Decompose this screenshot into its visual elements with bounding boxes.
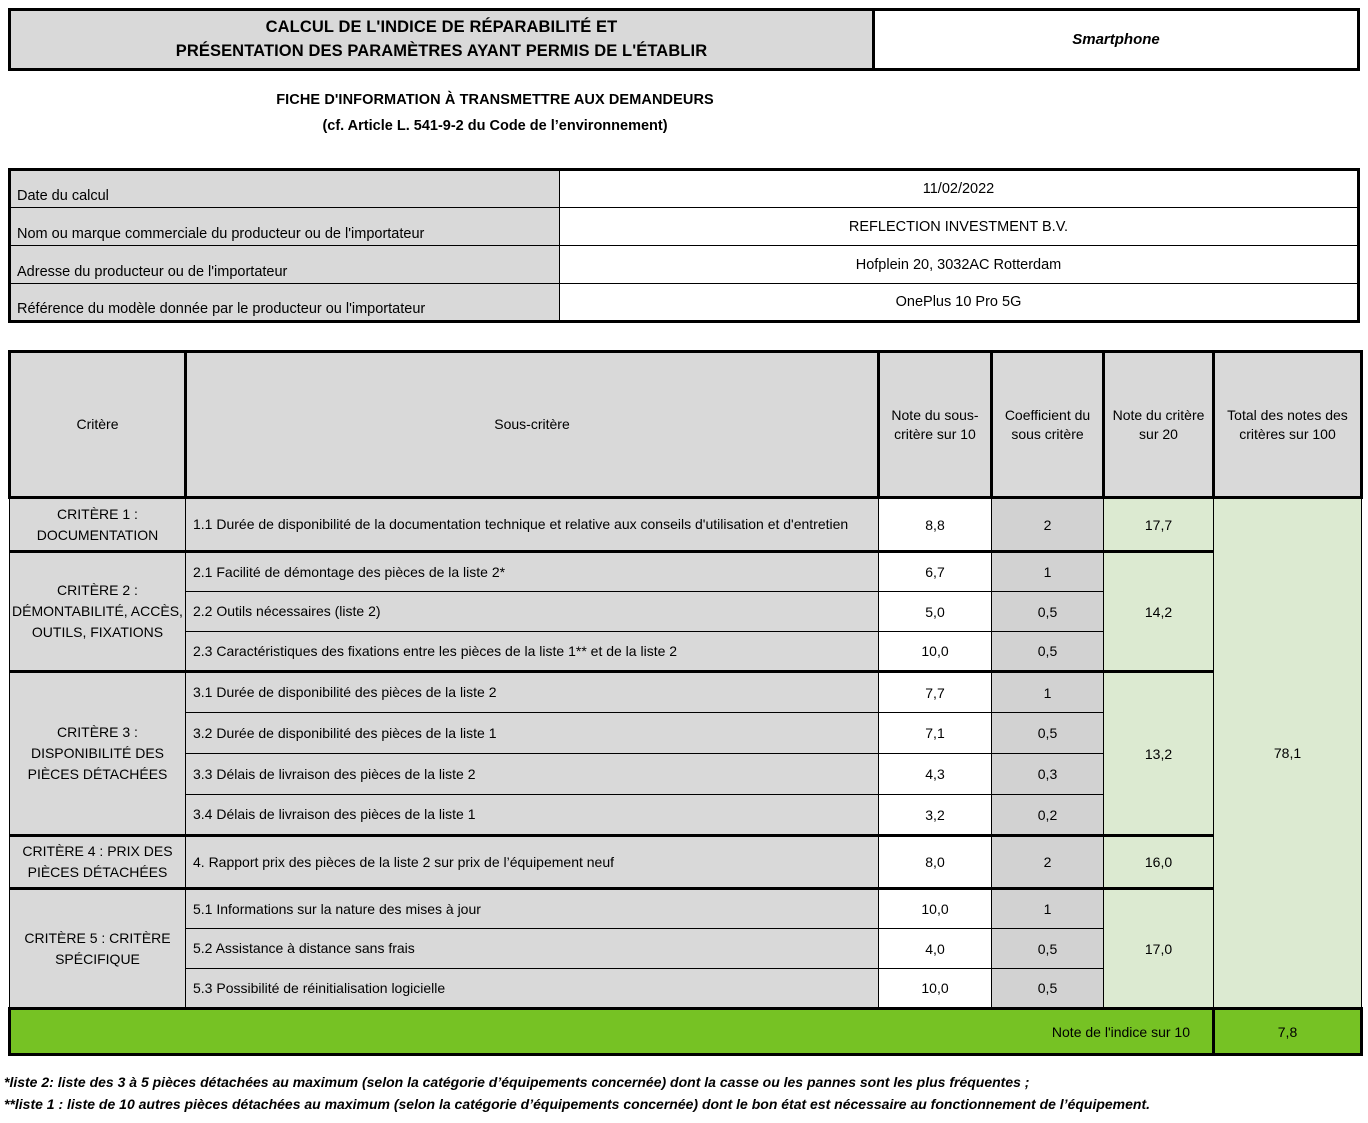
subcriterion-coefficient: 0,5 (991, 631, 1104, 673)
column-header-coefficient: Coefficient du sous critère (990, 350, 1105, 499)
device-category: Smartphone (875, 11, 1357, 68)
criterion-score-20: 17,7 (1103, 496, 1214, 553)
criterion-score-20: 14,2 (1103, 550, 1214, 672)
subcriterion-coefficient: 1 (991, 670, 1104, 713)
subcriterion-score: 4,3 (878, 753, 992, 795)
footnotes: *liste 2: liste des 3 à 5 pièces détaché… (4, 1072, 1364, 1115)
criterion-score-20: 13,2 (1103, 670, 1214, 836)
info-label: Référence du modèle donnée par le produc… (8, 283, 560, 323)
subcriterion-score: 8,8 (878, 496, 992, 553)
subcriterion-score: 10,0 (878, 631, 992, 673)
subcriterion-label: 3.2 Durée de disponibilité des pièces de… (185, 712, 879, 754)
criterion-label-1: CRITÈRE 1 : DOCUMENTATION (9, 496, 186, 553)
info-label: Adresse du producteur ou de l'importateu… (8, 245, 560, 284)
subcriterion-score: 5,0 (878, 591, 992, 632)
final-score-label: Note de l'indice sur 10 (8, 1007, 1215, 1056)
criterion-score-20: 16,0 (1103, 834, 1214, 890)
info-label: Date du calcul (8, 168, 560, 208)
table-row: CRITÈRE 1 : DOCUMENTATION 1.1 Durée de d… (9, 496, 1362, 1010)
subcriterion-coefficient: 0,2 (991, 794, 1104, 837)
final-score-value: 7,8 (1212, 1007, 1363, 1056)
info-value-producer: REFLECTION INVESTMENT B.V. (559, 207, 1360, 246)
info-label: Nom ou marque commerciale du producteur … (8, 207, 560, 246)
column-header-critere: Critère (8, 350, 187, 499)
subcriterion-score: 8,0 (878, 834, 992, 890)
subcriterion-score: 6,7 (878, 550, 992, 592)
subcriterion-coefficient: 1 (991, 550, 1104, 592)
footnote-liste-2: *liste 2: liste des 3 à 5 pièces détaché… (4, 1074, 1030, 1090)
criterion-label-2: CRITÈRE 2 : DÉMONTABILITÉ, ACCÈS, OUTILS… (9, 550, 186, 672)
table-row: Nom ou marque commerciale du producteur … (8, 207, 1360, 246)
repairability-index-document: CALCUL DE L'INDICE DE RÉPARABILITÉ ET PR… (0, 0, 1368, 1123)
footnote-liste-1: **liste 1 : liste de 10 autres pièces dé… (4, 1095, 1151, 1112)
subcriterion-coefficient: 0,5 (991, 591, 1104, 632)
subtitle-line1: FICHE D'INFORMATION À TRANSMETTRE AUX DE… (276, 92, 714, 108)
subcriterion-label: 3.1 Durée de disponibilité des pièces de… (185, 670, 879, 713)
table-row: Adresse du producteur ou de l'importateu… (8, 245, 1360, 284)
subcriterion-score: 10,0 (878, 968, 992, 1010)
table-row: CRITÈRE 3 : DISPONIBILITÉ DES PIÈCES DÉT… (9, 670, 1362, 836)
producer-info-table: Date du calcul 11/02/2022 Nom ou marque … (8, 168, 1360, 323)
document-title-line2: PRÉSENTATION DES PARAMÈTRES AYANT PERMIS… (175, 41, 708, 60)
document-title: CALCUL DE L'INDICE DE RÉPARABILITÉ ET PR… (11, 11, 875, 68)
final-score-row: Note de l'indice sur 10 7,8 (8, 1007, 1363, 1056)
criterion-label-4: CRITÈRE 4 : PRIX DES PIÈCES DÉTACHÉES (9, 834, 186, 890)
table-row: Référence du modèle donnée par le produc… (8, 283, 1360, 323)
subcriterion-label: 2.2 Outils nécessaires (liste 2) (185, 591, 879, 632)
info-value-address: Hofplein 20, 3032AC Rotterdam (559, 245, 1360, 284)
subcriterion-coefficient: 0,5 (991, 928, 1104, 969)
document-subtitle: FICHE D'INFORMATION À TRANSMETTRE AUX DE… (0, 92, 990, 134)
subcriterion-score: 7,1 (878, 712, 992, 754)
total-score-100: 78,1 (1213, 496, 1362, 1010)
subcriterion-label: 2.1 Facilité de démontage des pièces de … (185, 550, 879, 592)
table-row: CRITÈRE 2 : DÉMONTABILITÉ, ACCÈS, OUTILS… (9, 550, 1362, 672)
subcriterion-label: 5.1 Informations sur la nature des mises… (185, 887, 879, 929)
column-header-note-sous-critere: Note du sous-critère sur 10 (877, 350, 993, 499)
subcriterion-label: 4. Rapport prix des pièces de la liste 2… (185, 834, 879, 890)
criterion-label-5: CRITÈRE 5 : CRITÈRE SPÉCIFIQUE (9, 887, 186, 1009)
table-row: Date du calcul 11/02/2022 (8, 168, 1360, 208)
column-header-sous-critere: Sous-critère (184, 350, 880, 499)
table-header-row: Critère Sous-critère Note du sous-critèr… (8, 350, 1363, 499)
document-title-bar: CALCUL DE L'INDICE DE RÉPARABILITÉ ET PR… (8, 8, 1360, 71)
subcriterion-score: 4,0 (878, 928, 992, 969)
criterion-score-20: 17,0 (1103, 887, 1214, 1009)
subcriterion-score: 3,2 (878, 794, 992, 837)
info-value-model: OnePlus 10 Pro 5G (559, 283, 1360, 323)
subcriterion-coefficient: 2 (991, 834, 1104, 890)
scoring-table: Critère Sous-critère Note du sous-critèr… (8, 350, 1363, 1056)
subtitle-line2: (cf. Article L. 541-9-2 du Code de l’env… (322, 118, 668, 134)
table-row: CRITÈRE 5 : CRITÈRE SPÉCIFIQUE 5.1 Infor… (9, 887, 1362, 1009)
subcriterion-score: 10,0 (878, 887, 992, 929)
subcriterion-score: 7,7 (878, 670, 992, 713)
info-value-date: 11/02/2022 (559, 168, 1360, 208)
subcriterion-label: 3.3 Délais de livraison des pièces de la… (185, 753, 879, 795)
subcriterion-label: 3.4 Délais de livraison des pièces de la… (185, 794, 879, 837)
subcriterion-label: 5.2 Assistance à distance sans frais (185, 928, 879, 969)
subcriterion-label: 1.1 Durée de disponibilité de la documen… (185, 496, 879, 553)
subcriterion-coefficient: 0,5 (991, 712, 1104, 754)
column-header-note-critere: Note du critère sur 20 (1102, 350, 1215, 499)
subcriterion-label: 5.3 Possibilité de réinitialisation logi… (185, 968, 879, 1010)
column-header-total: Total des notes des critères sur 100 (1212, 350, 1363, 499)
subcriterion-coefficient: 0,5 (991, 968, 1104, 1010)
subcriterion-coefficient: 1 (991, 887, 1104, 929)
subcriterion-coefficient: 2 (991, 496, 1104, 553)
criterion-label-3: CRITÈRE 3 : DISPONIBILITÉ DES PIÈCES DÉT… (9, 670, 186, 836)
table-row: CRITÈRE 4 : PRIX DES PIÈCES DÉTACHÉES 4.… (9, 834, 1362, 890)
document-title-line1: CALCUL DE L'INDICE DE RÉPARABILITÉ ET (265, 17, 618, 36)
subcriterion-label: 2.3 Caractéristiques des fixations entre… (185, 631, 879, 673)
subcriterion-coefficient: 0,3 (991, 753, 1104, 795)
